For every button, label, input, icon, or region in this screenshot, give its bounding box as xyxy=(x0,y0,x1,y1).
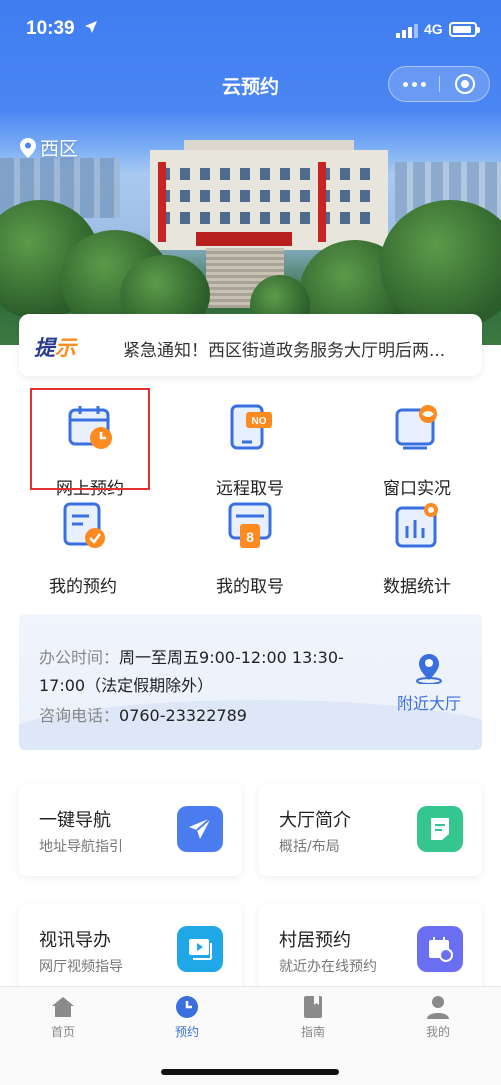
location-label: 西区 xyxy=(40,138,79,160)
card-title: 大厅简介 xyxy=(279,810,351,831)
grid-remote-ticket[interactable]: NO 远程取号 xyxy=(190,404,310,504)
nearby-label: 附近大厅 xyxy=(396,694,461,713)
network-type: 4G xyxy=(424,21,443,37)
location-pin-icon xyxy=(20,137,36,158)
svg-text:8: 8 xyxy=(246,529,254,545)
card-title: 一键导航 xyxy=(39,810,111,831)
home-indicator xyxy=(161,1069,339,1075)
office-phone[interactable]: 咨询电话：0760-23322789 xyxy=(39,702,247,726)
paper-plane-icon xyxy=(177,806,223,852)
document-check-icon xyxy=(63,502,105,548)
grid-my-ticket[interactable]: 8 我的取号 xyxy=(190,502,310,602)
notice-bar[interactable]: 提示 紧急通知！西区街道政务服务大厅明后两... xyxy=(19,314,482,376)
nearby-hall-button[interactable]: 附近大厅 xyxy=(381,654,477,714)
mini-program-capsule xyxy=(388,66,490,102)
grid-window-live[interactable]: 窗口实况 xyxy=(357,404,477,504)
window-live-icon xyxy=(395,405,437,450)
office-hours: 办公时间：周一至周五9:00-12:00 13:30-17:00（法定假期除外） xyxy=(39,648,344,695)
more-icon[interactable] xyxy=(389,67,439,101)
building-windows xyxy=(160,190,378,202)
grid-label: 我的预约 xyxy=(49,577,117,597)
building-windows xyxy=(160,212,378,224)
bar-chart-icon xyxy=(395,503,438,548)
note-icon xyxy=(417,806,463,852)
book-icon xyxy=(304,996,322,1018)
clock-icon xyxy=(176,996,198,1018)
tab-booking[interactable]: 预约 xyxy=(137,995,237,1040)
calendar-icon xyxy=(417,926,463,972)
close-target-icon[interactable] xyxy=(455,74,475,94)
grid-label: 远程取号 xyxy=(216,479,284,499)
user-icon xyxy=(427,996,449,1019)
phone-ticket-icon: NO xyxy=(230,404,272,450)
status-bar: 10:39 4G xyxy=(0,0,501,60)
status-time: 10:39 xyxy=(26,18,75,39)
location-selector[interactable]: 西区 xyxy=(20,134,78,161)
grid-my-booking[interactable]: 我的预约 xyxy=(23,502,143,602)
red-banner-right xyxy=(318,162,326,242)
card-title: 村居预约 xyxy=(279,930,351,951)
card-hall-intro[interactable]: 大厅简介 概括/布局 xyxy=(259,784,482,876)
grid-label: 数据统计 xyxy=(383,577,451,597)
office-info-panel: 办公时间：周一至周五9:00-12:00 13:30-17:00（法定假期除外）… xyxy=(19,614,482,750)
card-video-guide[interactable]: 视讯导办 网厅视频指导 xyxy=(19,904,242,996)
card-subtitle: 网厅视频指导 xyxy=(39,959,123,975)
location-arrow-icon xyxy=(85,21,97,33)
map-pin-person-icon xyxy=(416,654,442,684)
card-village-booking[interactable]: 村居预约 就近办在线预约 xyxy=(259,904,482,996)
video-icon xyxy=(177,926,223,972)
grid-label: 我的取号 xyxy=(216,577,284,597)
home-icon xyxy=(52,997,74,1017)
tab-guide[interactable]: 指南 xyxy=(263,995,363,1040)
tab-mine[interactable]: 我的 xyxy=(388,995,488,1040)
grid-data-stats[interactable]: 数据统计 xyxy=(357,502,477,602)
notice-tag: 提示 xyxy=(34,336,76,360)
card-title: 视讯导办 xyxy=(39,930,111,951)
tab-home[interactable]: 首页 xyxy=(13,995,113,1040)
battery-icon xyxy=(449,22,480,37)
signal-icon xyxy=(396,24,418,38)
ticket-number-icon: 8 xyxy=(228,502,272,548)
card-subtitle: 概括/布局 xyxy=(279,839,340,855)
grid-label: 窗口实况 xyxy=(383,479,451,499)
notice-text: 紧急通知！西区街道政务服务大厅明后两... xyxy=(123,341,446,361)
card-subtitle: 就近办在线预约 xyxy=(279,959,377,975)
card-subtitle: 地址导航指引 xyxy=(39,839,123,855)
building-entrance-sign xyxy=(196,232,292,246)
red-banner-left xyxy=(158,162,166,242)
building-windows xyxy=(160,168,378,180)
selection-highlight xyxy=(30,388,150,490)
svg-text:NO: NO xyxy=(252,416,267,427)
card-navigation[interactable]: 一键导航 地址导航指引 xyxy=(19,784,242,876)
